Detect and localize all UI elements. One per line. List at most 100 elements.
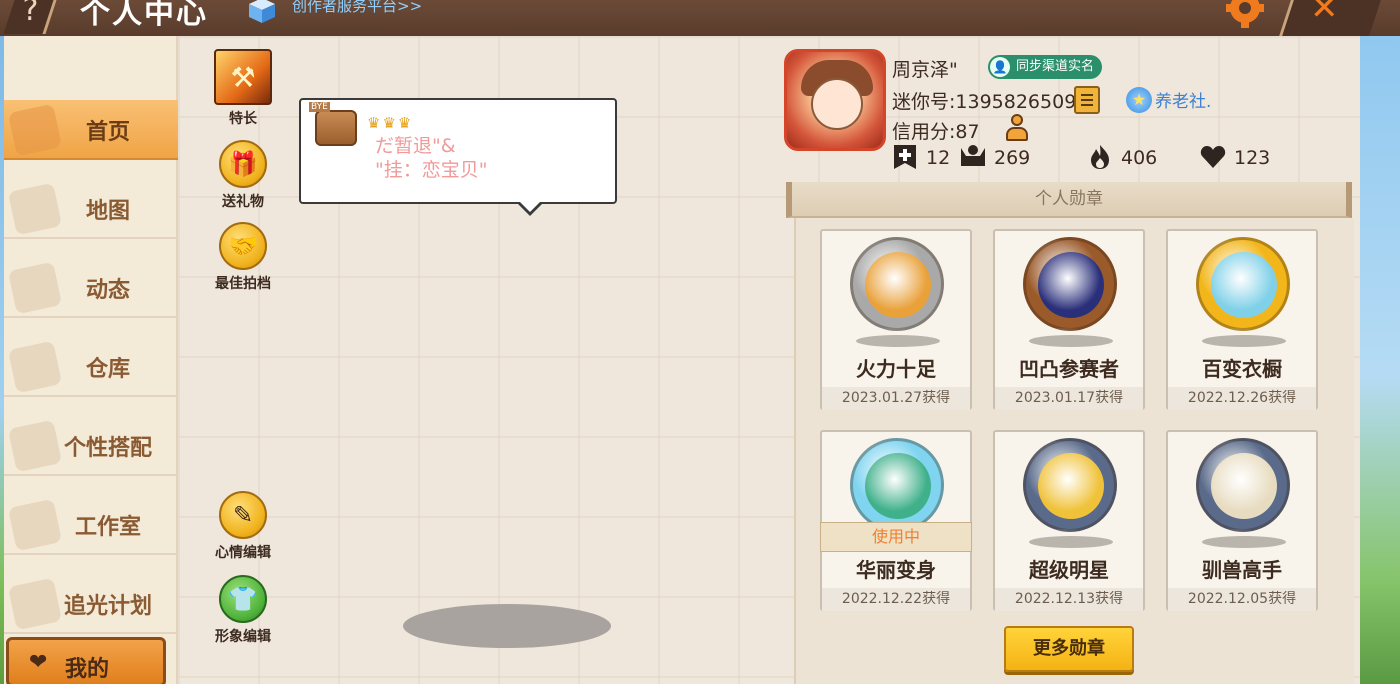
medal-name: 凹凸参赛者	[1019, 357, 1119, 381]
background-scenery-right	[1358, 0, 1400, 684]
organization-icon: ★	[1126, 87, 1152, 113]
help-icon: ?	[22, 0, 39, 28]
medal-shadow	[1202, 335, 1286, 347]
mood-speech-bubble: BYE ♛♛♛ だ暂退"& "挂：恋宝贝"	[299, 98, 617, 216]
more-medals-button[interactable]: 更多勋章	[1004, 626, 1134, 672]
stat-value: 123	[1234, 147, 1271, 169]
sidebar-item-label: 追光计划	[63, 594, 152, 619]
sidebar-item-mine[interactable]: ❤ 我的	[6, 637, 166, 684]
medal-date: 2023.01.27获得	[822, 387, 970, 410]
medal-shadow	[856, 335, 940, 347]
best-partner-button[interactable]: 🤝 最佳拍档	[210, 222, 276, 293]
medal-date: 2022.12.13获得	[995, 588, 1143, 611]
medal-shadow	[1202, 536, 1286, 548]
sidebar-item-warehouse[interactable]: 仓库	[4, 337, 178, 397]
mood-edit-button[interactable]: ✎ 心情编辑	[210, 491, 276, 562]
sidebar-item-studio[interactable]: 工作室	[4, 495, 178, 555]
handshake-icon: 🤝	[219, 222, 267, 270]
best-partner-label: 最佳拍档	[215, 276, 271, 292]
bubble-avatar-icon	[315, 110, 357, 146]
trophy-person-icon	[961, 145, 985, 166]
medals-header: 个人勋章	[786, 182, 1352, 218]
sidebar-item-label: 仓库	[85, 357, 130, 382]
medal-icon	[850, 237, 944, 331]
sidebar-item-feed[interactable]: 动态	[4, 258, 178, 318]
heart-icon	[1200, 146, 1226, 168]
in-use-badge: 使用中	[820, 522, 972, 552]
specialty-label: 特长	[229, 111, 257, 127]
medal-date: 2022.12.22获得	[822, 588, 970, 611]
medal-card[interactable]: 火力十足 2023.01.27获得	[820, 229, 972, 410]
player-name: 周京泽"	[892, 59, 958, 81]
mood-edit-label: 心情编辑	[215, 545, 271, 561]
gear-icon[interactable]	[1224, 0, 1266, 28]
help-button[interactable]: ?	[3, 0, 59, 34]
organization-name[interactable]: 养老社.	[1155, 87, 1211, 112]
medal-card[interactable]: 使用中 华丽变身 2022.12.22获得	[820, 430, 972, 611]
specialty-button[interactable]: ⚒ 特长	[210, 49, 276, 128]
medal-icon	[1196, 438, 1290, 532]
send-gift-label: 送礼物	[222, 194, 264, 210]
verified-badge[interactable]: 👤 同步渠道实名	[988, 55, 1103, 79]
medal-date: 2022.12.05获得	[1168, 588, 1316, 611]
player-id: 迷你号:1395826509	[892, 91, 1077, 113]
medal-shadow	[1029, 335, 1113, 347]
flame-icon	[1091, 145, 1109, 169]
credit-score: 信用分:87	[892, 121, 980, 143]
medal-card[interactable]: 驯兽高手 2022.12.05获得	[1166, 430, 1318, 611]
sidebar-item-label: 我的	[65, 657, 110, 682]
avatar[interactable]	[784, 49, 886, 151]
mood-text-line: "挂：恋宝贝"	[375, 159, 488, 181]
creator-platform-link[interactable]: 创作者服务平台>>	[292, 0, 422, 16]
character-shadow	[403, 604, 611, 648]
medal-name: 华丽变身	[856, 558, 936, 582]
stat-value: 12	[926, 147, 951, 169]
sidebar-item-label: 工作室	[74, 515, 141, 540]
sidebar-item-label: 首页	[85, 120, 130, 145]
sidebar-item-label: 地图	[85, 199, 130, 224]
sidebar-item-light-plan[interactable]: 追光计划	[4, 574, 178, 634]
sidebar-item-blank	[4, 44, 178, 104]
top-bar: ? 个人中心 创作者服务平台>> ✕	[0, 0, 1400, 36]
medal-card[interactable]: 百变衣橱 2022.12.26获得	[1166, 229, 1318, 410]
medal-icon	[1023, 438, 1117, 532]
medal-name: 超级明星	[1029, 558, 1109, 582]
send-gift-button[interactable]: 🎁 送礼物	[210, 140, 276, 211]
image-edit-button[interactable]: 👕 形象编辑	[210, 575, 276, 646]
close-icon[interactable]: ✕	[1310, 0, 1339, 28]
avatar-face	[811, 78, 863, 130]
crown-icons: ♛♛♛	[367, 114, 414, 132]
medal-icon	[1023, 237, 1117, 331]
mood-text-line: だ暂退"&	[375, 135, 456, 157]
mood-text: だ暂退"& "挂：恋宝贝"	[375, 134, 487, 182]
image-edit-label: 形象编辑	[215, 629, 271, 645]
bubble-tag: BYE	[309, 102, 330, 112]
medal-name: 火力十足	[856, 357, 936, 381]
medal-card[interactable]: 凹凸参赛者 2023.01.17获得	[993, 229, 1145, 410]
sidebar: 首页 地图 动态 仓库 个性搭配 工作室 追光计划	[4, 36, 178, 684]
gift-icon: 🎁	[219, 140, 267, 188]
medal-icon	[1196, 237, 1290, 331]
edit-icon: ✎	[219, 491, 267, 539]
sidebar-item-outfit[interactable]: 个性搭配	[4, 416, 178, 476]
bookmark-plus-icon	[894, 145, 916, 169]
page-title: 个人中心	[80, 0, 208, 31]
medal-date: 2023.01.17获得	[995, 387, 1143, 410]
sidebar-item-map[interactable]: 地图	[4, 179, 178, 239]
verified-label: 同步渠道实名	[1016, 59, 1095, 74]
stat-value: 269	[994, 147, 1031, 169]
sidebar-item-home[interactable]: 首页	[4, 100, 178, 160]
medal-icon	[850, 438, 944, 532]
medal-name: 驯兽高手	[1202, 558, 1282, 582]
person-icon: 👤	[990, 57, 1010, 77]
sidebar-item-label: 动态	[85, 278, 130, 303]
medal-name: 百变衣橱	[1202, 357, 1282, 381]
shirt-icon: 👕	[219, 575, 267, 623]
heart-icon: ❤	[29, 650, 48, 675]
sidebar-item-label: 个性搭配	[63, 436, 152, 461]
cube-icon	[249, 0, 275, 23]
medal-shadow	[1029, 536, 1113, 548]
copy-icon[interactable]	[1074, 86, 1100, 114]
medal-card[interactable]: 超级明星 2022.12.13获得	[993, 430, 1145, 611]
credit-person-icon[interactable]	[1004, 114, 1030, 142]
